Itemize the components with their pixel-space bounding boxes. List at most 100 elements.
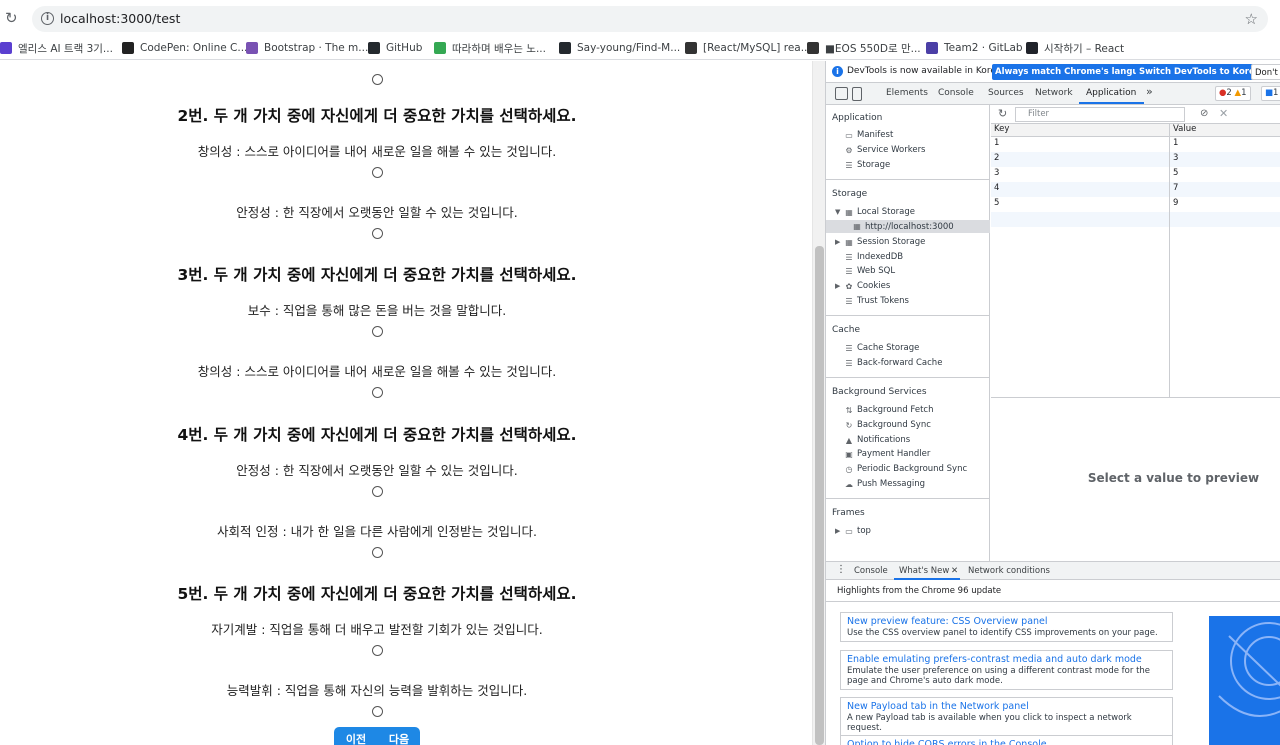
table-row[interactable]: 11 — [991, 137, 1280, 152]
bookmark-label: 시작하기 – React — [1044, 42, 1125, 55]
device-toolbar-icon[interactable] — [852, 87, 862, 101]
leaf-icon — [434, 42, 446, 54]
bookmark-item[interactable]: CodePen: Online C... — [122, 39, 247, 57]
table-row[interactable]: 35 — [991, 167, 1280, 182]
table-row[interactable]: 23 — [991, 152, 1280, 167]
radio-button[interactable] — [372, 645, 383, 656]
sidebar-item-trust-tokens[interactable]: ☰ Trust Tokens — [844, 296, 909, 306]
radio-button[interactable] — [372, 547, 383, 558]
sidebar-item-bfcache[interactable]: ☰ Back-forward Cache — [844, 358, 942, 368]
table-row[interactable]: 59 — [991, 197, 1280, 212]
bookmark-star-icon[interactable]: ☆ — [1245, 10, 1258, 28]
file-icon: ▭ — [845, 130, 853, 140]
sidebar-item-websql[interactable]: ☰ Web SQL — [844, 266, 895, 276]
bookmark-item[interactable]: Team2 · GitLab — [926, 39, 1023, 57]
tab-console[interactable]: Console — [938, 88, 974, 98]
expand-right-icon[interactable]: ▶ — [835, 238, 840, 246]
option-label: 자기계발 : 직업을 통해 더 배우고 발전할 기회가 있는 것입니다. — [211, 622, 543, 637]
omnibox[interactable]: i localhost:3000/test ☆ — [32, 6, 1268, 32]
bookmark-item[interactable]: 따라하며 배우는 노... — [434, 39, 546, 57]
close-icon[interactable]: ✕ — [951, 566, 958, 576]
dont-show-button[interactable]: Don't s — [1251, 64, 1280, 80]
delete-selected-icon[interactable]: ✕ — [1219, 107, 1228, 120]
url-text[interactable]: localhost:3000/test — [60, 11, 180, 26]
filter-input[interactable]: Filter — [1015, 107, 1185, 122]
prev-button[interactable]: 이전 — [334, 727, 378, 745]
whats-new-card[interactable]: Option to hide CORS errors in the Consol… — [840, 735, 1173, 745]
bookmark-item[interactable]: Say-young/Find-M... — [559, 39, 680, 57]
radio-button[interactable] — [372, 387, 383, 398]
sidebar-item-background-fetch[interactable]: ⇅ Background Fetch — [844, 405, 934, 415]
radio-button[interactable] — [372, 228, 383, 239]
expand-down-icon[interactable]: ▼ — [835, 208, 840, 216]
drawer-tab-console[interactable]: Console — [854, 566, 888, 576]
inspect-element-icon[interactable] — [835, 87, 848, 100]
section-application: Application — [832, 113, 883, 123]
sidebar-item-background-sync[interactable]: ↻ Background Sync — [844, 420, 931, 430]
scroll-thumb[interactable] — [815, 246, 824, 745]
refresh-icon[interactable]: ↻ — [998, 107, 1007, 120]
tab-network[interactable]: Network — [1035, 88, 1073, 98]
sidebar-item-periodic-sync[interactable]: ◷ Periodic Background Sync — [844, 464, 968, 474]
value-column-header[interactable]: Value — [1173, 124, 1196, 134]
tab-elements[interactable]: Elements — [886, 88, 928, 98]
bookmark-label: Say-young/Find-M... — [577, 42, 681, 54]
clear-all-icon[interactable]: ⊘ — [1200, 108, 1208, 119]
sidebar-item-local-origin[interactable]: ▦ http://localhost:3000 — [826, 220, 990, 233]
bookmark-item[interactable]: GitHub — [368, 39, 422, 57]
sidebar-item-storage[interactable]: ☰ Storage — [844, 160, 890, 170]
switch-korean-button[interactable]: Switch DevTools to Korean — [1136, 64, 1270, 80]
sidebar-item-cache-storage[interactable]: ☰ Cache Storage — [844, 343, 919, 353]
whats-new-card[interactable]: New Payload tab in the Network panel A ne… — [840, 697, 1173, 737]
table-header: Key Value — [991, 124, 1280, 137]
issues-badge[interactable]: ●2 ▲1 — [1215, 86, 1251, 101]
sidebar-item-service-workers[interactable]: ⚙ Service Workers — [844, 145, 925, 155]
sidebar-item-session-storage[interactable]: ▦ Session Storage — [844, 237, 925, 247]
site-info-icon[interactable]: i — [41, 12, 54, 25]
radio-button[interactable] — [372, 167, 383, 178]
sidebar-item-indexeddb[interactable]: ☰ IndexedDB — [844, 252, 903, 262]
expand-right-icon[interactable]: ▶ — [835, 282, 840, 290]
radio-button[interactable] — [372, 326, 383, 337]
grid-icon: ▦ — [845, 207, 853, 217]
drawer-menu-icon[interactable]: ⋮ — [836, 564, 846, 575]
page-scrollbar[interactable] — [812, 61, 825, 745]
next-button[interactable]: 다음 — [378, 727, 420, 745]
sidebar-item-notifications[interactable]: ▲ Notifications — [844, 435, 910, 445]
devtools-infobar: i DevTools is now available in Korean! A… — [826, 61, 1280, 83]
drawer-tab-network-conditions[interactable]: Network conditions — [968, 566, 1050, 576]
react-icon — [1026, 42, 1038, 54]
radio-button[interactable] — [372, 486, 383, 497]
card-title-link[interactable]: New Payload tab in the Network panel — [847, 701, 1166, 712]
whats-new-card[interactable]: New preview feature: CSS Overview panel U… — [840, 612, 1173, 642]
tab-sources[interactable]: Sources — [988, 88, 1024, 98]
sidebar-item-cookies[interactable]: ✿ Cookies — [844, 281, 891, 291]
card-title-link[interactable]: Option to hide CORS errors in the Consol… — [847, 739, 1166, 745]
bookmark-item[interactable]: [React/MySQL] rea... — [685, 39, 811, 57]
table-row[interactable]: 47 — [991, 182, 1280, 197]
match-language-button[interactable]: Always match Chrome's language — [992, 64, 1160, 80]
expand-right-icon[interactable]: ▶ — [835, 527, 840, 535]
bookmark-item[interactable]: 시작하기 – React — [1026, 39, 1124, 57]
drawer-tab-whats-new[interactable]: What's New — [899, 566, 949, 576]
radio-button[interactable] — [372, 74, 383, 85]
sidebar-item-push-messaging[interactable]: ☁ Push Messaging — [844, 479, 925, 489]
sidebar-item-manifest[interactable]: ▭ Manifest — [844, 130, 893, 140]
card-title-link[interactable]: New preview feature: CSS Overview panel — [847, 616, 1166, 627]
sidebar-item-local-storage[interactable]: ▦ Local Storage — [844, 207, 915, 217]
bookmark-item[interactable]: ■EOS 550D로 만... — [807, 39, 921, 57]
bookmark-item[interactable]: Bootstrap · The m... — [246, 39, 368, 57]
messages-badge[interactable]: ■1 — [1261, 86, 1280, 101]
radio-button[interactable] — [372, 706, 383, 717]
bootstrap-icon — [246, 42, 258, 54]
gitlab-icon — [926, 42, 938, 54]
bookmark-item[interactable]: 엘리스 AI 트랙 3기... — [0, 39, 113, 57]
sidebar-item-payment-handler[interactable]: ▣ Payment Handler — [844, 449, 930, 459]
sidebar-item-frame-top[interactable]: ▭ top — [844, 526, 871, 536]
tab-application[interactable]: Application — [1086, 88, 1136, 98]
key-column-header[interactable]: Key — [994, 124, 1009, 134]
reload-icon[interactable]: ↻ — [5, 10, 21, 26]
card-title-link[interactable]: Enable emulating prefers-contrast media … — [847, 654, 1166, 665]
whats-new-card[interactable]: Enable emulating prefers-contrast media … — [840, 650, 1173, 690]
more-tabs-icon[interactable]: » — [1146, 85, 1153, 98]
